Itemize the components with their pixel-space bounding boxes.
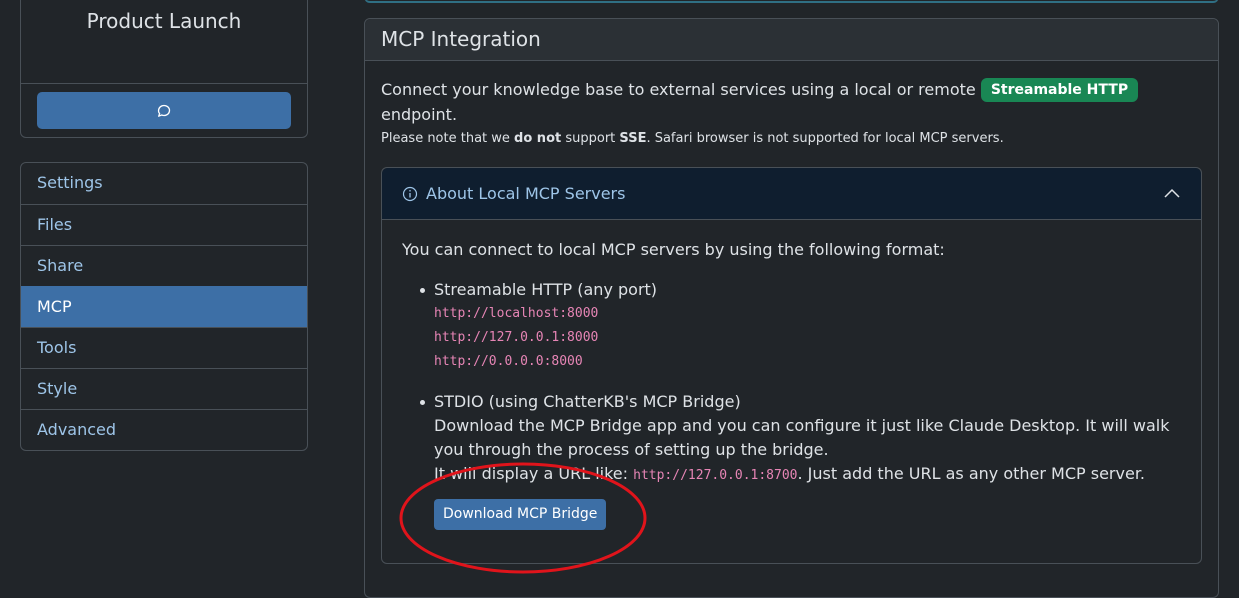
- sidebar: Product Launch Settings Files Share MCP …: [0, 0, 330, 581]
- chat-bubble-icon: [157, 104, 171, 117]
- settings-nav: Settings Files Share MCP Tools Style Adv…: [20, 162, 308, 451]
- download-mcp-bridge-button[interactable]: Download MCP Bridge: [434, 499, 607, 530]
- local-mcp-accordion: About Local MCP Servers You can connect …: [381, 167, 1202, 564]
- mcp-support-note: Please note that we do not support SSE. …: [381, 131, 1004, 146]
- nav-item-tools[interactable]: Tools: [21, 327, 307, 368]
- url-line-before: It will display a URL like:: [434, 464, 629, 483]
- previous-card-edge: [364, 0, 1219, 3]
- streamable-http-badge: Streamable HTTP: [980, 78, 1139, 102]
- mcp-integration-title: MCP Integration: [365, 19, 1218, 61]
- main-content: MCP Integration Connect your knowledge b…: [330, 0, 1239, 598]
- http-url: http://localhost:8000: [434, 306, 599, 321]
- http-url: http://0.0.0.0:8000: [434, 354, 583, 369]
- bridge-url: http://127.0.0.1:8700: [633, 468, 798, 483]
- connection-options: Streamable HTTP (any port) http://localh…: [402, 278, 1182, 488]
- mcp-intro-text: Connect your knowledge base to external …: [381, 77, 1181, 127]
- http-option-title: Streamable HTTP (any port): [434, 280, 658, 299]
- note-emphasis: do not: [514, 131, 562, 146]
- intro-text-after: endpoint.: [381, 105, 458, 124]
- knowledge-base-card: Product Launch: [20, 0, 308, 138]
- mcp-integration-card: MCP Integration Connect your knowledge b…: [364, 18, 1219, 598]
- nav-item-share[interactable]: Share: [21, 245, 307, 286]
- nav-item-advanced[interactable]: Advanced: [21, 409, 307, 450]
- info-circle-icon: [402, 186, 418, 202]
- accordion-header[interactable]: About Local MCP Servers: [382, 168, 1201, 220]
- intro-text-before: Connect your knowledge base to external …: [381, 80, 976, 99]
- accordion-title: About Local MCP Servers: [426, 184, 626, 203]
- stdio-option-title: STDIO (using ChatterKB's MCP Bridge): [434, 392, 741, 411]
- chat-button[interactable]: [37, 92, 291, 129]
- stdio-description: Download the MCP Bridge app and you can …: [434, 416, 1170, 459]
- note-text: support: [565, 131, 616, 146]
- accordion-intro: You can connect to local MCP servers by …: [402, 240, 945, 259]
- http-url: http://127.0.0.1:8000: [434, 330, 599, 345]
- chevron-up-icon: [1163, 185, 1181, 207]
- stdio-url-line: It will display a URL like: http://127.0…: [434, 462, 1182, 488]
- nav-item-style[interactable]: Style: [21, 368, 307, 409]
- nav-item-mcp[interactable]: MCP: [21, 286, 307, 327]
- nav-item-settings[interactable]: Settings: [21, 163, 307, 204]
- url-line-after: . Just add the URL as any other MCP serv…: [797, 464, 1146, 483]
- list-item: Streamable HTTP (any port) http://localh…: [402, 278, 1182, 374]
- note-text: Please note that we: [381, 131, 510, 146]
- nav-item-files[interactable]: Files: [21, 204, 307, 245]
- note-text: . Safari browser is not supported for lo…: [646, 131, 1004, 146]
- note-emphasis: SSE: [619, 131, 647, 146]
- divider: [21, 83, 307, 84]
- knowledge-base-title: Product Launch: [86, 9, 242, 33]
- list-item: STDIO (using ChatterKB's MCP Bridge) Dow…: [402, 390, 1182, 488]
